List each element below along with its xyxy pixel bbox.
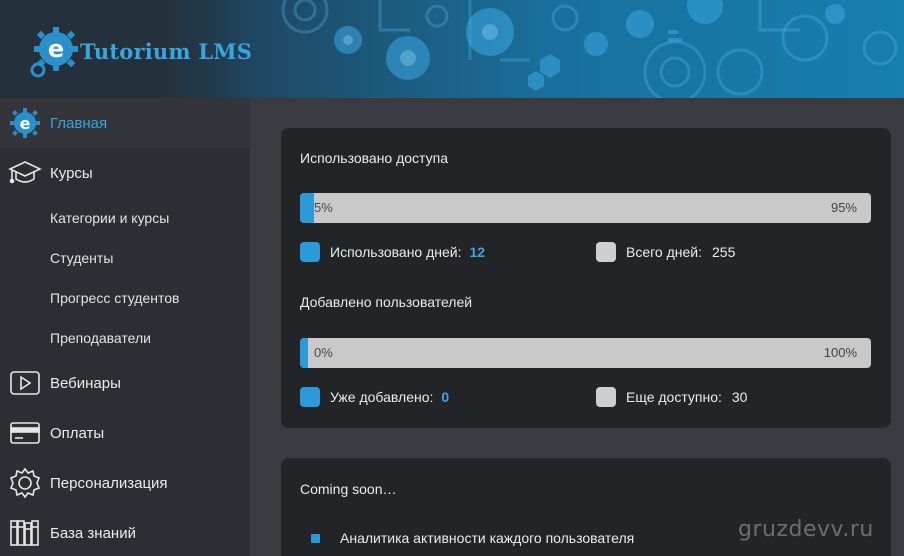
- usage-panel: Использовано доступа 5% 95% Использовано…: [281, 128, 891, 428]
- access-used-percent: 5%: [314, 200, 333, 215]
- access-remaining-percent: 95%: [830, 200, 857, 215]
- app-header: e Tutorium LMS: [0, 0, 904, 98]
- used-swatch: [300, 242, 320, 262]
- sidebar-subitem-progress[interactable]: Прогресс студентов: [50, 290, 179, 306]
- available-users-value: 30: [731, 389, 748, 405]
- graduation-cap-icon: [8, 156, 42, 190]
- total-days-value: 255: [712, 244, 736, 260]
- gear-icon: [8, 466, 42, 500]
- sidebar-item-payments[interactable]: Оплаты: [0, 408, 250, 458]
- access-progress-fill: [300, 193, 315, 223]
- coming-soon-title: Coming soon…: [300, 481, 397, 497]
- svg-text:e: e: [20, 114, 31, 133]
- sidebar-subitem-categories[interactable]: Категории и курсы: [50, 210, 169, 226]
- available-users-label: Еще доступно:: [626, 389, 722, 405]
- books-icon: [8, 516, 42, 550]
- sidebar-item-label: Курсы: [50, 164, 93, 182]
- sidebar-item-label: База знаний: [50, 524, 136, 542]
- logo-text: Tutorium LMS: [80, 38, 253, 64]
- list-item: Аналитика активности каждого пользовател…: [340, 530, 635, 546]
- sidebar-item-courses[interactable]: Курсы: [0, 148, 250, 198]
- sidebar-item-webinars[interactable]: Вебинары: [0, 358, 250, 408]
- access-progress-bar: 5% 95%: [300, 193, 871, 223]
- watermark: gruzdevv.ru: [738, 517, 874, 542]
- total-days-legend: Всего дней: 255: [596, 242, 735, 262]
- users-title: Добавлено пользователей: [300, 294, 473, 310]
- home-e-gear-icon: e: [8, 106, 42, 140]
- logo[interactable]: e Tutorium LMS: [26, 24, 252, 78]
- sidebar-item-label: Оплаты: [50, 424, 105, 442]
- available-swatch: [596, 387, 616, 407]
- added-swatch: [300, 387, 320, 407]
- added-users-value: 0: [441, 389, 450, 405]
- used-days-legend: Использовано дней: 12: [300, 242, 485, 262]
- sidebar-item-label: Персонализация: [50, 474, 168, 492]
- available-users-legend: Еще доступно: 30: [596, 387, 747, 407]
- sidebar-item-knowledge-base[interactable]: База знаний: [0, 508, 250, 556]
- logo-gear-icon: e: [30, 27, 78, 78]
- credit-card-icon: [8, 416, 42, 450]
- users-progress-bar: 0% 100%: [300, 338, 871, 368]
- list-bullet: [311, 534, 320, 543]
- sidebar-item-personalization[interactable]: Персонализация: [0, 458, 250, 508]
- used-days-value: 12: [469, 244, 486, 260]
- total-days-label: Всего дней:: [626, 244, 702, 260]
- sidebar-subitem-students[interactable]: Студенты: [50, 250, 113, 266]
- users-progress-fill: [300, 338, 308, 368]
- play-icon: [8, 366, 42, 400]
- users-remaining-percent: 100%: [823, 345, 857, 360]
- svg-text:e: e: [48, 35, 64, 63]
- users-used-percent: 0%: [314, 345, 333, 360]
- sidebar-item-home[interactable]: e Главная: [0, 98, 250, 148]
- sidebar: e Главная Курсы Категории и курсы Студен…: [0, 98, 250, 556]
- sidebar-subitem-teachers[interactable]: Преподаватели: [50, 330, 151, 346]
- total-swatch: [596, 242, 616, 262]
- sidebar-item-label: Вебинары: [50, 374, 121, 392]
- added-users-legend: Уже добавлено: 0: [300, 387, 449, 407]
- added-users-label: Уже добавлено:: [330, 389, 434, 405]
- access-title: Использовано доступа: [300, 150, 448, 166]
- sidebar-item-label: Главная: [50, 114, 108, 132]
- used-days-label: Использовано дней:: [330, 244, 462, 260]
